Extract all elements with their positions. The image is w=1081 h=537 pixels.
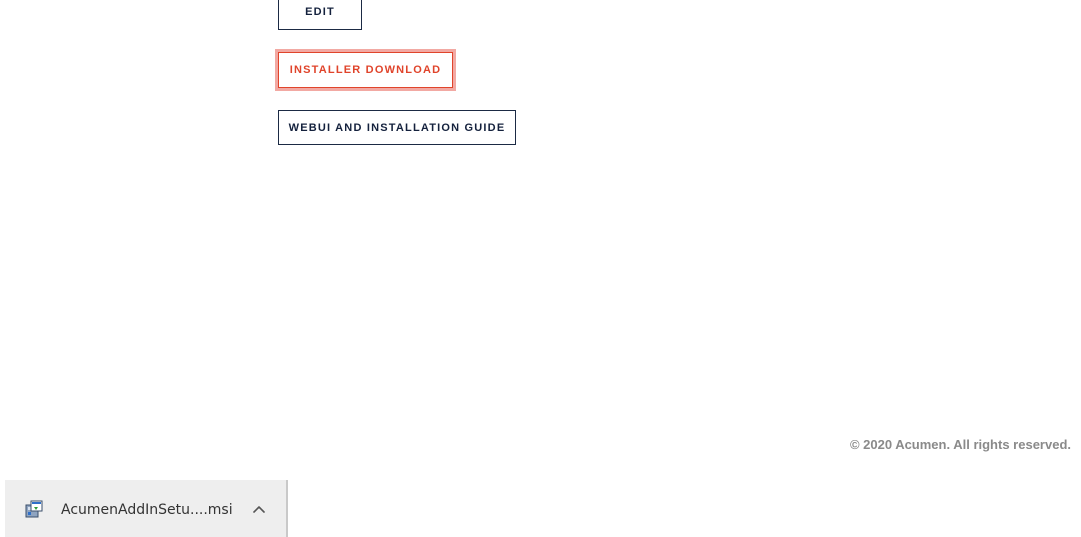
installer-download-button-label: INSTALLER DOWNLOAD	[289, 64, 442, 76]
page: EDIT INSTALLER DOWNLOAD WEBUI AND INSTAL…	[0, 0, 1081, 537]
chevron-up-icon[interactable]	[249, 499, 269, 519]
webui-installation-guide-button[interactable]: WEBUI AND INSTALLATION GUIDE	[278, 110, 516, 145]
installer-download-button[interactable]: INSTALLER DOWNLOAD	[278, 52, 453, 88]
download-bar: AcumenAddInSetu....msi	[5, 480, 288, 537]
webui-installation-guide-button-label: WEBUI AND INSTALLATION GUIDE	[288, 121, 506, 134]
footer-copyright: © 2020 Acumen. All rights reserved.	[849, 437, 1071, 452]
download-file-name: AcumenAddInSetu....msi	[61, 502, 233, 518]
edit-button[interactable]: EDIT	[278, 0, 362, 30]
edit-button-label: EDIT	[305, 6, 335, 18]
installer-package-icon	[24, 499, 44, 519]
